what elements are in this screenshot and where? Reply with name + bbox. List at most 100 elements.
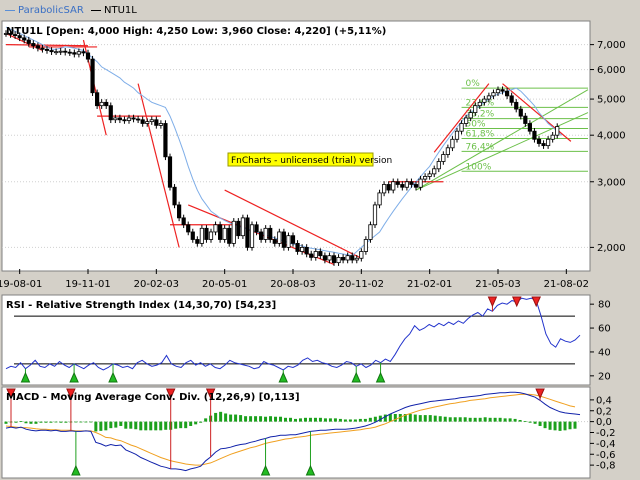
macd-histogram-bar — [353, 419, 357, 422]
candle-body — [49, 50, 54, 53]
candle-body — [418, 178, 423, 188]
candle-body — [546, 138, 551, 147]
candle-body — [300, 246, 305, 252]
macd-histogram-bar — [523, 421, 527, 422]
price-pane — [1, 20, 591, 272]
candle-body — [550, 134, 555, 140]
candle-body — [140, 119, 145, 124]
candle-body — [208, 231, 214, 240]
candle-body — [331, 255, 337, 264]
macd-histogram-bar — [483, 417, 487, 422]
candle-body — [122, 119, 127, 122]
candle-body — [58, 50, 63, 53]
candle-body — [318, 251, 323, 257]
candle-body — [104, 101, 109, 107]
macd-histogram-bar — [49, 421, 53, 423]
macd-histogram-bar — [159, 421, 163, 431]
candle-body — [372, 204, 378, 226]
macd-histogram-bar — [418, 415, 422, 422]
candle-body — [313, 251, 318, 258]
macd-histogram-bar — [553, 421, 557, 431]
price-info: NTU1L [Open: 4,000 High: 4,250 Low: 3,96… — [6, 26, 386, 37]
macd-histogram-bar — [533, 421, 537, 424]
date-tick-label: 19-11-01 — [65, 279, 110, 290]
date-tick-label: 19-08-01 — [0, 279, 42, 290]
macd-histogram-bar — [573, 421, 577, 429]
macd-histogram-bar — [388, 414, 392, 422]
candle-body — [473, 105, 478, 113]
candle-body — [249, 224, 255, 248]
candle-body — [450, 138, 455, 149]
macd-histogram-bar — [34, 421, 38, 424]
candle-body — [145, 121, 150, 124]
candle-body — [491, 92, 496, 97]
macd-histogram-bar — [104, 421, 108, 431]
candle-body — [527, 123, 532, 132]
candle-body — [286, 235, 291, 248]
candle-body — [95, 92, 100, 107]
candle-body — [536, 138, 542, 144]
price-tick-label: 4,000 — [597, 131, 626, 142]
candle-body — [81, 51, 86, 54]
candle-body — [386, 184, 391, 191]
candle-body — [245, 217, 250, 248]
macd-tick-label: -0,8 — [596, 461, 616, 472]
macd-histogram-bar — [164, 421, 168, 430]
macd-tick-label: -0,6 — [596, 450, 616, 461]
macd-histogram-bar — [219, 411, 223, 422]
macd-histogram-bar — [204, 418, 208, 422]
macd-histogram-bar — [308, 417, 312, 422]
candle-body — [268, 227, 273, 240]
candle-body — [63, 50, 68, 53]
macd-histogram-bar — [563, 421, 567, 431]
candle-body — [26, 39, 31, 44]
rsi-tick-label: 60 — [598, 324, 611, 335]
candle-body — [85, 52, 91, 60]
macd-histogram-bar — [318, 417, 322, 422]
macd-histogram-bar — [333, 418, 337, 422]
macd-histogram-bar — [264, 416, 268, 422]
candle-body — [423, 176, 428, 180]
candle-body — [354, 257, 359, 261]
candle-body — [35, 45, 40, 49]
date-tick-label: 20-11-02 — [339, 279, 384, 290]
candle-body — [204, 227, 209, 240]
macd-histogram-bar — [458, 417, 462, 422]
macd-histogram-bar — [189, 421, 193, 426]
macd-histogram-bar — [358, 418, 362, 422]
macd-histogram-bar — [269, 416, 273, 422]
macd-histogram-bar — [19, 421, 23, 422]
candle-body — [22, 37, 27, 41]
macd-histogram-bar — [393, 414, 397, 422]
macd-histogram-bar — [543, 421, 547, 429]
macd-histogram-bar — [29, 421, 33, 424]
macd-histogram-bar — [144, 421, 148, 431]
macd-histogram-bar — [323, 418, 327, 422]
macd-histogram-bar — [313, 417, 317, 422]
candle-body — [500, 89, 505, 92]
candle-body — [218, 224, 223, 240]
macd-histogram-bar — [114, 421, 118, 428]
candle-body — [514, 101, 519, 110]
candle-body — [377, 192, 382, 206]
macd-histogram-bar — [94, 421, 98, 432]
price-tick-label: 7,000 — [597, 40, 626, 51]
macd-histogram-bar — [423, 415, 427, 422]
candle-body — [486, 95, 491, 100]
macd-tick-label: 0,4 — [596, 395, 612, 406]
macd-histogram-bar — [249, 416, 253, 422]
candle-body — [126, 117, 132, 121]
macd-histogram-bar — [119, 421, 123, 426]
macd-tick-label: 0,2 — [596, 406, 612, 417]
macd-histogram-bar — [443, 416, 447, 422]
candle-body — [240, 217, 245, 237]
date-tick-label: 20-02-03 — [134, 279, 179, 290]
macd-histogram-bar — [488, 417, 492, 422]
chart-canvas: 0%23,6%38,2%50%61,8%76,4%100% 2,0003,000… — [0, 20, 626, 479]
price-axis: 2,000 3,000 4,000 5,000 6,000 7,000 — [590, 40, 626, 254]
macd-histogram-bar — [74, 421, 78, 423]
macd-histogram-bar — [558, 421, 562, 431]
macd-histogram-bar — [568, 421, 572, 430]
candle-body — [272, 239, 277, 244]
macd-histogram-bar — [254, 416, 258, 422]
